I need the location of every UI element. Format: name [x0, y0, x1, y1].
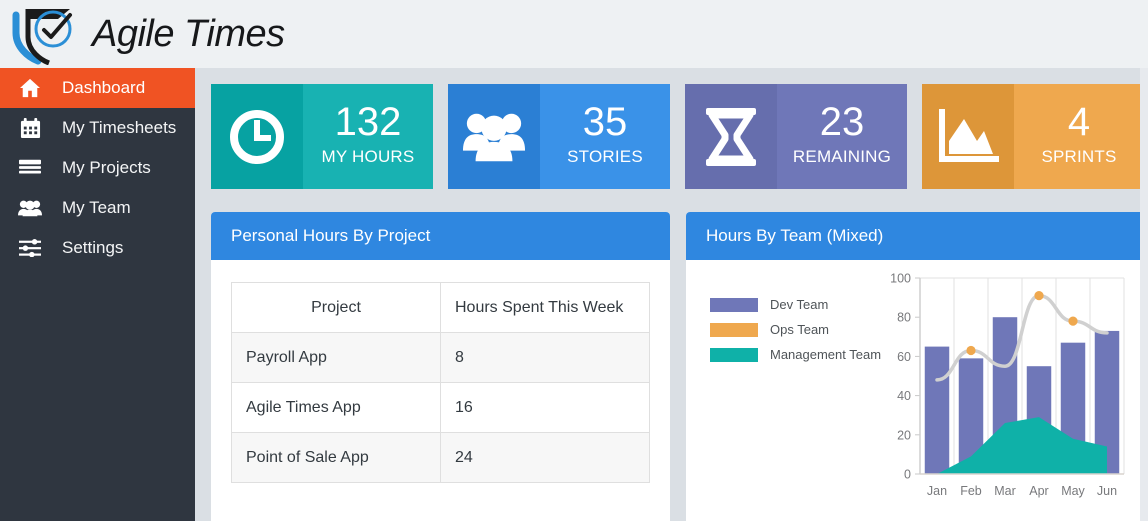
- stat-card-body: 4 SPRINTS: [1014, 84, 1144, 189]
- personal-hours-table: Project Hours Spent This Week Payroll Ap…: [231, 282, 650, 483]
- sidebar-item-my-team[interactable]: My Team: [0, 188, 195, 228]
- app-header: Agile Times: [0, 0, 1148, 68]
- right-gutter: [1140, 68, 1148, 521]
- area-chart-icon: [922, 84, 1014, 189]
- table-header-row: Project Hours Spent This Week: [231, 282, 650, 333]
- svg-text:Apr: Apr: [1029, 484, 1048, 498]
- cell-project: Agile Times App: [231, 382, 441, 433]
- svg-text:May: May: [1061, 484, 1085, 498]
- stat-label: SPRINTS: [1041, 147, 1117, 166]
- sliders-icon: [12, 235, 48, 261]
- stat-label: STORIES: [567, 147, 643, 166]
- legend-label: Management Team: [770, 347, 882, 362]
- stat-card-remaining[interactable]: 23 REMAINING: [685, 84, 907, 189]
- dashboard-page: Agile Times Dashboard My Timesheets My P…: [0, 0, 1148, 521]
- stat-card-body: 132 MY HOURS: [303, 84, 433, 189]
- sidebar-item-my-projects[interactable]: My Projects: [0, 148, 195, 188]
- svg-text:80: 80: [897, 311, 911, 325]
- sidebar-label: My Timesheets: [62, 118, 177, 137]
- stat-card-row: 132 MY HOURS 35 STORIES 23 REMAINING 4 S…: [211, 84, 1144, 189]
- legend-label: Dev Team: [770, 297, 829, 312]
- legend-swatch-ops-team: [710, 322, 758, 337]
- users-icon: [12, 195, 48, 221]
- legend-swatch-management-team: [710, 347, 758, 362]
- table-row[interactable]: Payroll App 8: [231, 332, 650, 383]
- main-content: 132 MY HOURS 35 STORIES 23 REMAINING 4 S…: [195, 68, 1148, 521]
- legend-swatch-dev-team: [710, 297, 758, 312]
- svg-text:40: 40: [897, 389, 911, 403]
- svg-text:Mar: Mar: [994, 484, 1016, 498]
- legend-item[interactable]: Dev Team: [710, 292, 881, 317]
- panel-title: Hours By Team (Mixed): [686, 212, 1148, 260]
- cell-hours: 8: [440, 332, 650, 383]
- stat-value: 132: [334, 100, 402, 144]
- sidebar-item-my-timesheets[interactable]: My Timesheets: [0, 108, 195, 148]
- chart-area: Dev Team Ops Team Management Team 0 20 40 6…: [686, 260, 1148, 521]
- home-icon: [12, 75, 48, 101]
- sidebar-label: Settings: [62, 238, 124, 257]
- stat-card-stories[interactable]: 35 STORIES: [448, 84, 670, 189]
- cell-project: Payroll App: [231, 332, 441, 383]
- calendar-icon: [12, 115, 48, 141]
- hours-by-team-panel: Hours By Team (Mixed) Dev Team Ops Team: [686, 212, 1148, 521]
- svg-text:100: 100: [890, 272, 911, 286]
- svg-text:60: 60: [897, 350, 911, 364]
- stat-card-my-hours[interactable]: 132 MY HOURS: [211, 84, 433, 189]
- cell-project: Point of Sale App: [231, 432, 441, 483]
- svg-text:Jan: Jan: [927, 484, 947, 498]
- list-icon: [12, 155, 48, 181]
- stat-card-body: 35 STORIES: [540, 84, 670, 189]
- stat-value: 4: [1067, 100, 1091, 144]
- legend-label: Ops Team: [770, 322, 830, 337]
- cell-hours: 24: [440, 432, 650, 483]
- sidebar-item-settings[interactable]: Settings: [0, 228, 195, 268]
- clock-icon: [211, 84, 303, 189]
- table-row[interactable]: Agile Times App 16: [231, 382, 650, 433]
- sidebar-label: My Projects: [62, 158, 151, 177]
- panel-title: Personal Hours By Project: [211, 212, 670, 260]
- users-icon: [448, 84, 540, 189]
- svg-text:0: 0: [904, 468, 911, 482]
- hourglass-icon: [685, 84, 777, 189]
- mixed-chart[interactable]: 0 20 40 60 80 100 Jan Feb Mar Apr May Jun: [882, 268, 1132, 508]
- chart-legend: Dev Team Ops Team Management Team: [710, 292, 881, 367]
- table-wrapper: Project Hours Spent This Week Payroll Ap…: [211, 260, 670, 483]
- stat-value: 23: [819, 100, 865, 144]
- column-header-project[interactable]: Project: [231, 282, 441, 333]
- stat-value: 35: [582, 100, 628, 144]
- table-row[interactable]: Point of Sale App 24: [231, 432, 650, 483]
- legend-item[interactable]: Ops Team: [710, 317, 881, 342]
- panel-row: Personal Hours By Project Project Hours …: [211, 212, 1148, 521]
- stat-label: MY HOURS: [321, 147, 415, 166]
- svg-text:Jun: Jun: [1097, 484, 1117, 498]
- sidebar-label: My Team: [62, 198, 131, 217]
- personal-hours-panel: Personal Hours By Project Project Hours …: [211, 212, 670, 521]
- stat-card-sprints[interactable]: 4 SPRINTS: [922, 84, 1144, 189]
- sidebar-nav: Dashboard My Timesheets My Projects My T…: [0, 68, 195, 521]
- svg-text:20: 20: [897, 428, 911, 442]
- svg-text:Feb: Feb: [960, 484, 982, 498]
- cell-hours: 16: [440, 382, 650, 433]
- agile-times-logo-icon: [8, 3, 88, 66]
- brand-title: Agile Times: [92, 12, 285, 55]
- stat-label: REMAINING: [792, 147, 892, 166]
- stat-card-body: 23 REMAINING: [777, 84, 907, 189]
- legend-item[interactable]: Management Team: [710, 342, 881, 367]
- sidebar-item-dashboard[interactable]: Dashboard: [0, 68, 195, 108]
- sidebar-label: Dashboard: [62, 78, 146, 97]
- column-header-hours[interactable]: Hours Spent This Week: [440, 282, 650, 333]
